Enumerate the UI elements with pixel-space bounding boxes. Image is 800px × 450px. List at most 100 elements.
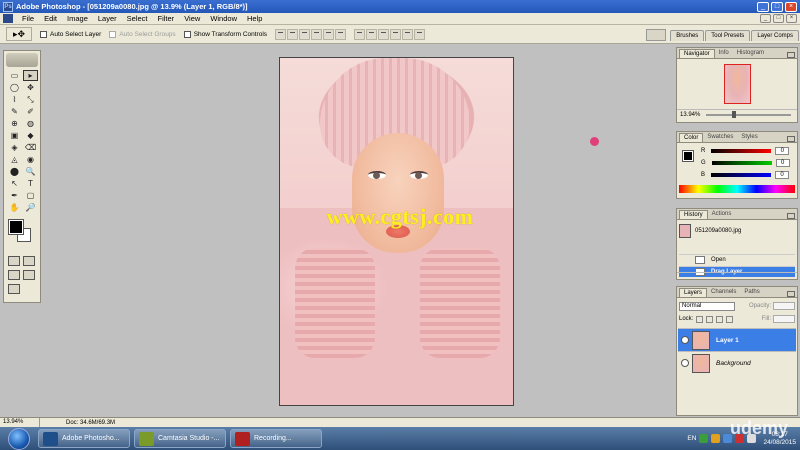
- healing-brush-tool-icon[interactable]: ✎: [7, 106, 22, 117]
- menu-file[interactable]: File: [17, 14, 39, 23]
- tab-paths[interactable]: Paths: [740, 288, 763, 297]
- align-right-icon[interactable]: [335, 28, 347, 40]
- panel-menu-icon[interactable]: [787, 136, 795, 142]
- gradient-tool-icon[interactable]: ◆: [23, 130, 38, 141]
- dodge-tool-icon[interactable]: ⌫: [23, 142, 38, 153]
- color-foreground-swatch[interactable]: [682, 150, 694, 162]
- menu-view[interactable]: View: [179, 14, 205, 23]
- menu-select[interactable]: Select: [122, 14, 153, 23]
- status-zoom-field[interactable]: 13.94%: [0, 418, 40, 427]
- standard-mode-icon[interactable]: [8, 256, 20, 266]
- distribute-left-icon[interactable]: [390, 28, 402, 40]
- start-button-icon[interactable]: [8, 427, 30, 450]
- history-item-open[interactable]: Open: [679, 254, 795, 265]
- taskbar-camtasia[interactable]: Camtasia Studio -...: [134, 429, 226, 448]
- navigator-zoom-slider[interactable]: [706, 110, 791, 118]
- blend-mode-select[interactable]: Normal: [679, 301, 735, 311]
- quick-mask-mode-icon[interactable]: [23, 256, 35, 266]
- align-bottom-icon[interactable]: [299, 28, 311, 40]
- notes-tool-icon[interactable]: ⬤: [7, 166, 22, 177]
- green-value-field[interactable]: 0: [775, 159, 790, 167]
- menu-image[interactable]: Image: [62, 14, 93, 23]
- red-slider[interactable]: [711, 149, 772, 153]
- adobe-feather-icon[interactable]: [6, 53, 38, 67]
- color-spectrum-bar[interactable]: [679, 185, 795, 193]
- direct-selection-tool-icon[interactable]: ↖: [7, 178, 22, 189]
- layer-row-layer-1[interactable]: Layer 1: [678, 328, 796, 351]
- crop-tool-icon[interactable]: ⌇: [7, 94, 22, 105]
- close-button[interactable]: ×: [785, 1, 797, 12]
- tab-history[interactable]: History: [679, 210, 708, 219]
- magic-wand-tool-icon[interactable]: ✥: [23, 82, 38, 93]
- lock-position-icon[interactable]: [716, 315, 724, 323]
- clone-stamp-tool-icon[interactable]: ⊕: [7, 118, 22, 129]
- align-hcenter-icon[interactable]: [323, 28, 335, 40]
- red-value-field[interactable]: 0: [775, 147, 790, 155]
- foreground-color-swatch[interactable]: [8, 219, 24, 235]
- auto-select-groups-checkbox[interactable]: Auto Select Groups: [109, 30, 176, 38]
- navigator-zoom-value[interactable]: 13.94%: [680, 112, 700, 118]
- menu-edit[interactable]: Edit: [39, 14, 62, 23]
- distribute-bottom-icon[interactable]: [378, 28, 390, 40]
- path-selection-tool-icon[interactable]: ◬: [7, 154, 22, 165]
- tool-preset-picker[interactable]: ▸✥: [6, 27, 32, 41]
- document-canvas[interactable]: [279, 57, 514, 406]
- well-tab-brushes[interactable]: Brushes: [670, 30, 705, 41]
- eyedropper-tool-icon[interactable]: 🔍: [23, 166, 38, 177]
- tab-styles[interactable]: Styles: [737, 133, 761, 142]
- blue-slider[interactable]: [711, 173, 772, 177]
- status-doc-size[interactable]: Doc: 34.6M/69.3M: [66, 420, 115, 426]
- blue-value-field[interactable]: 0: [775, 171, 790, 179]
- doc-minimize-button[interactable]: _: [760, 14, 771, 23]
- tray-security-icon[interactable]: [699, 434, 709, 443]
- lock-all-icon[interactable]: [726, 315, 734, 323]
- language-indicator[interactable]: EN: [687, 435, 696, 442]
- tab-color[interactable]: Color: [679, 133, 704, 142]
- tab-layers[interactable]: Layers: [679, 288, 708, 297]
- full-screen-mode-icon[interactable]: [23, 270, 35, 280]
- distribute-top-icon[interactable]: [354, 28, 366, 40]
- move-tool-icon[interactable]: ▸: [23, 70, 38, 81]
- shape-tool-icon[interactable]: ▢: [23, 190, 38, 201]
- tab-channels[interactable]: Channels: [707, 288, 740, 297]
- panel-menu-icon[interactable]: [787, 291, 795, 297]
- doc-close-button[interactable]: ×: [786, 14, 797, 23]
- fill-field[interactable]: [773, 315, 795, 323]
- align-left-icon[interactable]: [311, 28, 323, 40]
- slice-tool-icon[interactable]: ⤡: [23, 94, 38, 105]
- visibility-eye-icon[interactable]: [681, 359, 689, 367]
- auto-select-layer-checkbox[interactable]: Auto Select Layer: [40, 30, 101, 38]
- lock-transparent-icon[interactable]: [696, 315, 704, 323]
- history-snapshot[interactable]: 051209a0080.jpg: [679, 222, 795, 239]
- tab-actions[interactable]: Actions: [708, 210, 736, 219]
- palette-well-grip[interactable]: [646, 29, 667, 41]
- well-tab-tool-presets[interactable]: Tool Presets: [705, 30, 751, 41]
- tab-swatches[interactable]: Swatches: [703, 133, 737, 142]
- distribute-hcenter-icon[interactable]: [402, 28, 414, 40]
- marquee-tool-icon[interactable]: ▭: [7, 70, 22, 81]
- brush-tool-icon[interactable]: ✐: [23, 106, 38, 117]
- eraser-tool-icon[interactable]: ▣: [7, 130, 22, 141]
- tray-folder-icon[interactable]: [711, 434, 721, 443]
- maximize-button[interactable]: □: [771, 1, 783, 12]
- standard-screen-mode-icon[interactable]: [8, 270, 20, 280]
- lasso-tool-icon[interactable]: ◯: [7, 82, 22, 93]
- align-top-icon[interactable]: [275, 28, 287, 40]
- minimize-button[interactable]: _: [757, 1, 769, 12]
- tab-histogram[interactable]: Histogram: [733, 49, 768, 58]
- layer-row-background[interactable]: Background: [678, 351, 796, 374]
- tab-navigator[interactable]: Navigator: [679, 49, 715, 58]
- well-tab-layer-comps[interactable]: Layer Comps: [751, 30, 799, 41]
- hand-tool-icon[interactable]: ✋: [7, 202, 22, 213]
- pen-tool-icon[interactable]: ✒: [7, 190, 22, 201]
- menu-help[interactable]: Help: [242, 14, 267, 23]
- visibility-eye-icon[interactable]: [681, 336, 689, 344]
- document-icon[interactable]: [3, 14, 13, 23]
- taskbar-recording[interactable]: Recording...: [230, 429, 322, 448]
- tab-info[interactable]: Info: [715, 49, 733, 58]
- show-transform-controls-checkbox[interactable]: Show Transform Controls: [183, 30, 267, 38]
- distribute-right-icon[interactable]: [414, 28, 426, 40]
- lock-image-icon[interactable]: [706, 315, 714, 323]
- green-slider[interactable]: [711, 161, 772, 165]
- align-vcenter-icon[interactable]: [287, 28, 299, 40]
